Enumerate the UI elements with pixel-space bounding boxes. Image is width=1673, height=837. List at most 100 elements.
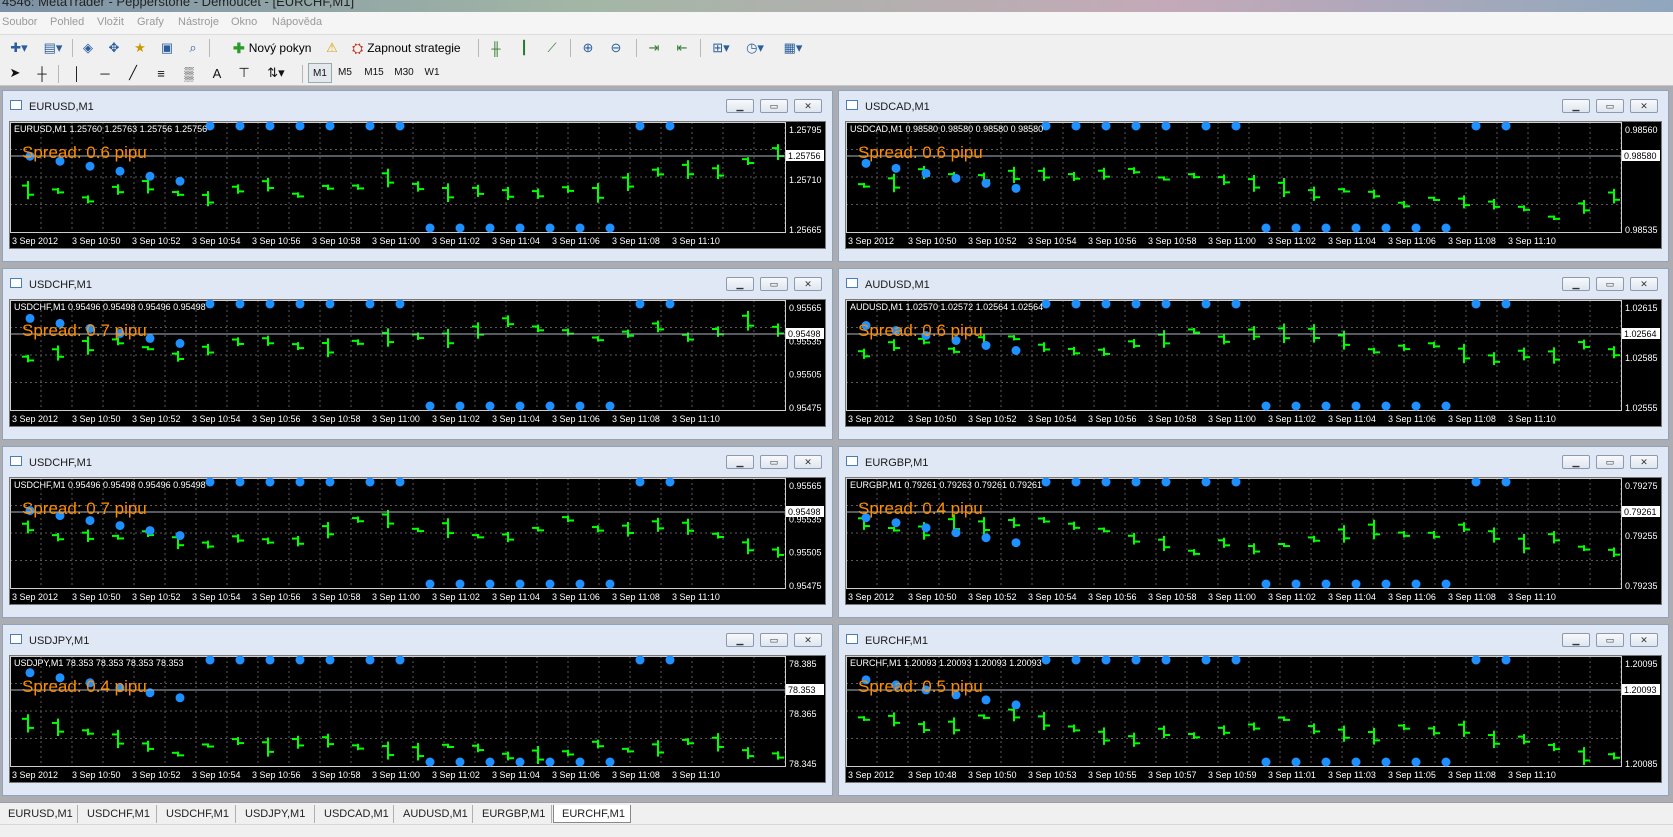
templates-icon[interactable]: ▦▾ <box>778 38 808 58</box>
chart-window[interactable]: USDCAD,M1 ▁ ▭ ✕ USDCAD,M1 0.98580 0.98580 0.… <box>838 90 1669 262</box>
maximize-icon[interactable]: ▭ <box>760 99 788 113</box>
autoscroll-icon[interactable]: ⇥ <box>644 38 664 58</box>
maximize-icon[interactable]: ▭ <box>760 455 788 469</box>
chart-window[interactable]: USDCHF,M1 ▁ ▭ ✕ USDCHF,M1 0.95496 0.95498 0.… <box>2 446 833 618</box>
close-icon[interactable]: ✕ <box>794 99 822 113</box>
price-chart[interactable]: USDCHF,M1 0.95496 0.95498 0.95496 0.9549… <box>9 477 826 605</box>
chart-window-titlebar[interactable]: USDCHF,M1 ▁ ▭ ✕ <box>3 447 832 477</box>
price-chart[interactable]: EURCHF,M1 1.20093 1.20093 1.20093 1.2009… <box>845 655 1662 783</box>
crosshair-icon[interactable]: ┼ <box>33 63 51 83</box>
tf-m15[interactable]: M15 <box>360 63 388 81</box>
text-label-icon[interactable]: ⊤ <box>235 63 253 83</box>
autotrading-button[interactable]: ⛭ Zapnout strategie <box>352 38 461 58</box>
price-chart[interactable]: EURUSD,M1 1.25760 1.25763 1.25756 1.2575… <box>9 121 826 249</box>
close-icon[interactable]: ✕ <box>794 455 822 469</box>
chart-window[interactable]: EURCHF,M1 ▁ ▭ ✕ EURCHF,M1 1.20093 1.20093 1.… <box>838 624 1669 796</box>
price-chart[interactable]: EURGBP,M1 0.79261 0.79263 0.79261 0.7926… <box>845 477 1662 605</box>
favorites-icon[interactable]: ★ <box>130 38 150 58</box>
menu-soubor[interactable]: Soubor <box>2 16 37 28</box>
menu-nastroje[interactable]: Nástroje <box>178 16 219 28</box>
tab-audusd[interactable]: AUDUSD,M1 <box>395 805 473 823</box>
market-watch-icon[interactable]: ◈ <box>78 38 98 58</box>
tf-m5[interactable]: M5 <box>334 63 356 81</box>
maximize-icon[interactable]: ▭ <box>1596 633 1624 647</box>
price-chart[interactable]: USDJPY,M1 78.353 78.353 78.353 78.353 Spr… <box>9 655 826 783</box>
periods-icon[interactable]: ◷▾ <box>740 38 770 58</box>
close-icon[interactable]: ✕ <box>1630 277 1658 291</box>
maximize-icon[interactable]: ▭ <box>1596 455 1624 469</box>
price-chart[interactable]: AUDUSD,M1 1.02570 1.02572 1.02564 1.0256… <box>845 299 1662 427</box>
fibonacci-icon[interactable]: ≡ <box>152 63 170 83</box>
arrows-icon[interactable]: ⇅▾ <box>262 63 290 83</box>
tester-icon[interactable]: ⌕ <box>183 38 203 58</box>
chart-window-titlebar[interactable]: USDCHF,M1 ▁ ▭ ✕ <box>3 269 832 299</box>
price-chart[interactable]: USDCHF,M1 0.95496 0.95498 0.95496 0.9549… <box>9 299 826 427</box>
tab-eurgbp[interactable]: EURGBP,M1 <box>474 805 552 823</box>
grid-tool-icon[interactable]: ▒ <box>180 63 198 83</box>
maximize-icon[interactable]: ▭ <box>1596 277 1624 291</box>
maximize-icon[interactable]: ▭ <box>760 277 788 291</box>
minimize-icon[interactable]: ▁ <box>726 455 754 469</box>
tab-usdchf-2[interactable]: USDCHF,M1 <box>158 805 236 823</box>
minimize-icon[interactable]: ▁ <box>1562 633 1590 647</box>
tab-usdjpy[interactable]: USDJPY,M1 <box>237 805 315 823</box>
tab-usdchf[interactable]: USDCHF,M1 <box>79 805 157 823</box>
minimize-icon[interactable]: ▁ <box>1562 455 1590 469</box>
chart-window-titlebar[interactable]: EURUSD,M1 ▁ ▭ ✕ <box>3 91 832 121</box>
chart-window-titlebar[interactable]: EURCHF,M1 ▁ ▭ ✕ <box>839 625 1668 655</box>
price-chart[interactable]: USDCAD,M1 0.98580 0.98580 0.98580 0.9858… <box>845 121 1662 249</box>
zoom-out-icon[interactable]: ⊖ <box>606 38 626 58</box>
chart-shift-icon[interactable]: ⇤ <box>672 38 692 58</box>
chart-window-titlebar[interactable]: USDCAD,M1 ▁ ▭ ✕ <box>839 91 1668 121</box>
tf-m30[interactable]: M30 <box>390 63 418 81</box>
text-icon[interactable]: A <box>208 63 226 83</box>
profiles-icon[interactable]: ▤▾ <box>38 38 68 58</box>
menu-vlozit[interactable]: Vložit <box>97 16 124 28</box>
tab-usdcad[interactable]: USDCAD,M1 <box>316 805 394 823</box>
maximize-icon[interactable]: ▭ <box>760 633 788 647</box>
line-chart-icon[interactable]: ⟋ <box>542 38 562 58</box>
chart-window[interactable]: AUDUSD,M1 ▁ ▭ ✕ AUDUSD,M1 1.02570 1.02572 1.… <box>838 268 1669 440</box>
cursor-icon[interactable]: ➤ <box>6 63 24 83</box>
chart-window-titlebar[interactable]: AUDUSD,M1 ▁ ▭ ✕ <box>839 269 1668 299</box>
warning-icon[interactable]: ⚠ <box>322 38 342 58</box>
close-icon[interactable]: ✕ <box>1630 99 1658 113</box>
chart-window-titlebar[interactable]: EURGBP,M1 ▁ ▭ ✕ <box>839 447 1668 477</box>
zoom-in-icon[interactable]: ⊕ <box>578 38 598 58</box>
maximize-icon[interactable]: ▭ <box>1596 99 1624 113</box>
menu-okno[interactable]: Okno <box>231 16 257 28</box>
chart-window-titlebar[interactable]: USDJPY,M1 ▁ ▭ ✕ <box>3 625 832 655</box>
minimize-icon[interactable]: ▁ <box>726 633 754 647</box>
trendline-icon[interactable]: ╱ <box>124 63 142 83</box>
minimize-icon[interactable]: ▁ <box>1562 277 1590 291</box>
menu-napoveda[interactable]: Nápověda <box>272 16 322 28</box>
close-icon[interactable]: ✕ <box>794 633 822 647</box>
horizontal-line-icon[interactable]: ─ <box>96 63 114 83</box>
candlestick-icon[interactable]: ┃ <box>514 38 534 58</box>
menu-pohled[interactable]: Pohled <box>50 16 84 28</box>
tab-eurchf[interactable]: EURCHF,M1 <box>553 805 631 823</box>
navigator-icon[interactable]: ✥ <box>104 38 124 58</box>
tf-m1[interactable]: M1 <box>308 63 332 83</box>
minimize-icon[interactable]: ▁ <box>726 277 754 291</box>
vertical-line-icon[interactable]: │ <box>68 63 86 83</box>
close-icon[interactable]: ✕ <box>1630 633 1658 647</box>
chart-window[interactable]: EURUSD,M1 ▁ ▭ ✕ EURUSD,M1 1.25760 1.25763 1.… <box>2 90 833 262</box>
price-bar <box>1068 521 1080 530</box>
close-icon[interactable]: ✕ <box>1630 455 1658 469</box>
menu-grafy[interactable]: Grafy <box>137 16 164 28</box>
new-chart-icon[interactable]: ✚▾ <box>4 38 34 58</box>
tf-w1[interactable]: W1 <box>420 63 444 81</box>
minimize-icon[interactable]: ▁ <box>1562 99 1590 113</box>
chart-window[interactable]: USDJPY,M1 ▁ ▭ ✕ USDJPY,M1 78.353 78.353 78.3… <box>2 624 833 796</box>
terminal-icon[interactable]: ▣ <box>157 38 177 58</box>
bar-chart-icon[interactable]: ╫ <box>486 38 506 58</box>
minimize-icon[interactable]: ▁ <box>726 99 754 113</box>
new-order-button[interactable]: ✚ Nový pokyn <box>233 38 311 58</box>
indicators-icon[interactable]: ⊞▾ <box>706 38 736 58</box>
psar-dot <box>1441 401 1451 411</box>
close-icon[interactable]: ✕ <box>794 277 822 291</box>
chart-window[interactable]: USDCHF,M1 ▁ ▭ ✕ USDCHF,M1 0.95496 0.95498 0.… <box>2 268 833 440</box>
chart-window[interactable]: EURGBP,M1 ▁ ▭ ✕ EURGBP,M1 0.79261 0.79263 0.… <box>838 446 1669 618</box>
tab-eurusd[interactable]: EURUSD,M1 <box>0 805 78 823</box>
